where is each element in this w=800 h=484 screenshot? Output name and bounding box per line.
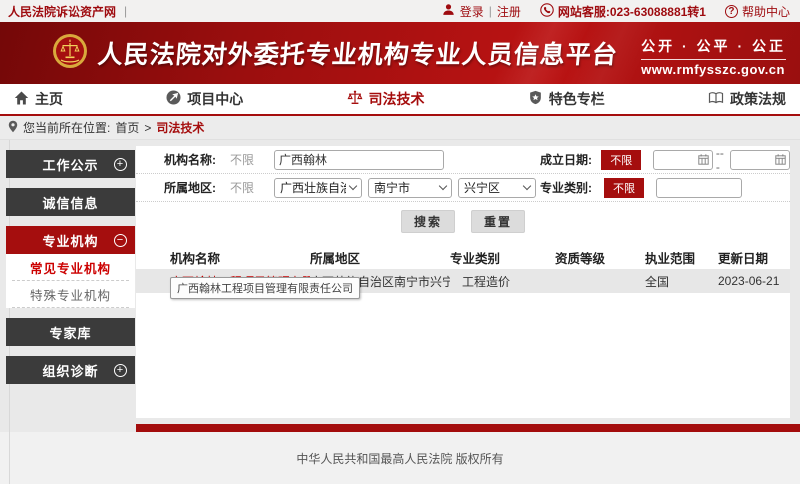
expand-plus-icon bbox=[114, 364, 127, 377]
province-select[interactable]: 广西壮族自治 bbox=[274, 178, 362, 198]
sidebar-item-integrity-info[interactable]: 诚信信息 bbox=[6, 188, 135, 216]
court-emblem-logo bbox=[52, 33, 88, 74]
chevron-down-icon bbox=[439, 182, 447, 190]
book-icon bbox=[708, 91, 724, 108]
phone-icon bbox=[540, 3, 554, 20]
hotline-text: 网站客服:023-63088881转1 bbox=[558, 3, 706, 20]
top-utility-bar: 人民法院诉讼资产网 | 登录 | 注册 网站客服:023-63088881转1 … bbox=[0, 0, 800, 22]
badge-star-icon bbox=[528, 90, 543, 108]
date-from-input[interactable] bbox=[653, 150, 713, 170]
content-panel: 机构名称: 不限 成立日期: 不限 --- 所属地区: 不限 广西壮族自治 bbox=[136, 146, 790, 418]
login-register-divider: | bbox=[489, 4, 492, 18]
asset-site-link[interactable]: 人民法院诉讼资产网 bbox=[8, 3, 116, 20]
expand-plus-icon bbox=[114, 158, 127, 171]
search-button[interactable]: 搜索 bbox=[401, 210, 455, 233]
nav-item-policy[interactable]: 政策法规 bbox=[708, 89, 786, 109]
org-category-value: 工程造价 bbox=[450, 273, 555, 290]
primary-nav: 主页 项目中心 司法技术 特色专栏 政策法规 bbox=[0, 84, 800, 116]
location-pin-icon bbox=[8, 120, 18, 136]
region-unlimited-option[interactable]: 不限 bbox=[230, 179, 274, 196]
city-select[interactable]: 南宁市 bbox=[368, 178, 452, 198]
sidebar-item-work-publicity[interactable]: 工作公示 bbox=[6, 150, 135, 178]
breadcrumb-home-link[interactable]: 首页 bbox=[115, 119, 139, 136]
calendar-icon bbox=[775, 154, 786, 165]
filter-actions: 搜索 重置 bbox=[136, 210, 790, 233]
hotline: 网站客服:023-63088881转1 bbox=[540, 3, 706, 20]
col-updated: 更新日期 bbox=[718, 248, 788, 267]
scales-of-justice-icon bbox=[347, 90, 363, 109]
nav-item-judicial-tech[interactable]: 司法技术 bbox=[347, 89, 425, 109]
date-range-separator: --- bbox=[716, 146, 727, 174]
copyright-text: 中华人民共和国最高人民法院 版权所有 bbox=[296, 450, 503, 467]
date-to-input[interactable] bbox=[730, 150, 790, 170]
district-select[interactable]: 兴宁区 bbox=[458, 178, 536, 198]
sidebar: 工作公示 诚信信息 专业机构 常见专业机构 特殊专业机构 专家库 组织诊断 bbox=[6, 150, 135, 394]
professional-orgs-submenu: 常见专业机构 特殊专业机构 bbox=[6, 254, 135, 308]
col-region: 所属地区 bbox=[310, 248, 450, 267]
platform-title: 人民法院对外委托专业机构专业人员信息平台 bbox=[96, 35, 619, 71]
filter-row-org-name: 机构名称: 不限 成立日期: 不限 --- bbox=[136, 146, 790, 174]
category-label: 专业类别: bbox=[540, 179, 604, 196]
slogan-divider bbox=[641, 59, 786, 60]
submenu-item-common-orgs[interactable]: 常见专业机构 bbox=[12, 254, 129, 281]
nav-item-featured-column[interactable]: 特色专栏 bbox=[528, 89, 605, 109]
submenu-item-special-orgs[interactable]: 特殊专业机构 bbox=[12, 281, 129, 308]
nav-item-project-center[interactable]: 项目中心 bbox=[166, 89, 243, 109]
org-name-label: 机构名称: bbox=[164, 151, 230, 168]
sidebar-item-org-diagnosis[interactable]: 组织诊断 bbox=[6, 356, 135, 384]
col-org-name: 机构名称 bbox=[170, 248, 310, 267]
slogan-text: 公开 · 公平 · 公正 bbox=[641, 36, 786, 56]
register-link[interactable]: 注册 bbox=[497, 3, 521, 20]
org-name-tooltip: 广西翰林工程项目管理有限责任公司 bbox=[170, 277, 360, 299]
founding-date-label: 成立日期: bbox=[540, 151, 601, 168]
login-link[interactable]: 登录 bbox=[460, 3, 484, 20]
org-scope-value: 全国 bbox=[645, 273, 718, 290]
founding-date-unlimited-button[interactable]: 不限 bbox=[601, 150, 641, 170]
col-scope: 执业范围 bbox=[645, 248, 718, 267]
page-footer: 中华人民共和国最高人民法院 版权所有 bbox=[0, 432, 800, 484]
breadcrumb: 您当前所在位置: 首页 > 司法技术 bbox=[0, 116, 800, 140]
col-grade: 资质等级 bbox=[555, 248, 645, 267]
breadcrumb-prefix: 您当前所在位置: bbox=[23, 119, 110, 136]
help-link[interactable]: 帮助中心 bbox=[742, 3, 790, 20]
chevron-down-icon bbox=[349, 182, 357, 190]
sidebar-item-professional-orgs[interactable]: 专业机构 bbox=[6, 226, 135, 254]
nav-item-home[interactable]: 主页 bbox=[14, 89, 63, 109]
content-bottom-red-bar bbox=[136, 424, 800, 432]
region-label: 所属地区: bbox=[164, 179, 230, 196]
help-center[interactable]: 帮助中心 bbox=[725, 3, 790, 20]
help-icon bbox=[725, 5, 738, 18]
org-name-input[interactable] bbox=[274, 150, 444, 170]
category-unlimited-button[interactable]: 不限 bbox=[604, 178, 644, 198]
site-url: www.rmfysszc.gov.cn bbox=[641, 62, 786, 77]
user-icon bbox=[442, 3, 455, 19]
main-region: 工作公示 诚信信息 专业机构 常见专业机构 特殊专业机构 专家库 组织诊断 bbox=[0, 140, 800, 432]
category-input[interactable] bbox=[656, 178, 742, 198]
col-category: 专业类别 bbox=[450, 248, 555, 267]
filter-row-region: 所属地区: 不限 广西壮族自治 南宁市 兴宁区 专业类别: 不限 bbox=[136, 174, 790, 202]
sidebar-item-expert-pool[interactable]: 专家库 bbox=[6, 318, 135, 346]
topbar-divider: | bbox=[124, 4, 127, 18]
project-center-icon bbox=[166, 90, 181, 108]
chevron-down-icon bbox=[523, 182, 531, 190]
site-banner: 人民法院对外委托专业机构专业人员信息平台 公开 · 公平 · 公正 www.rm… bbox=[0, 22, 800, 84]
breadcrumb-separator: > bbox=[144, 121, 151, 135]
table-header-row: 机构名称 所属地区 专业类别 资质等级 执业范围 更新日期 bbox=[136, 245, 790, 269]
org-name-unlimited-option[interactable]: 不限 bbox=[230, 151, 274, 168]
reset-button[interactable]: 重置 bbox=[471, 210, 525, 233]
breadcrumb-current: 司法技术 bbox=[156, 119, 204, 136]
calendar-icon bbox=[698, 154, 709, 165]
collapse-minus-icon bbox=[114, 234, 127, 247]
home-icon bbox=[14, 91, 29, 108]
org-updated-value: 2023-06-21 bbox=[718, 274, 788, 288]
